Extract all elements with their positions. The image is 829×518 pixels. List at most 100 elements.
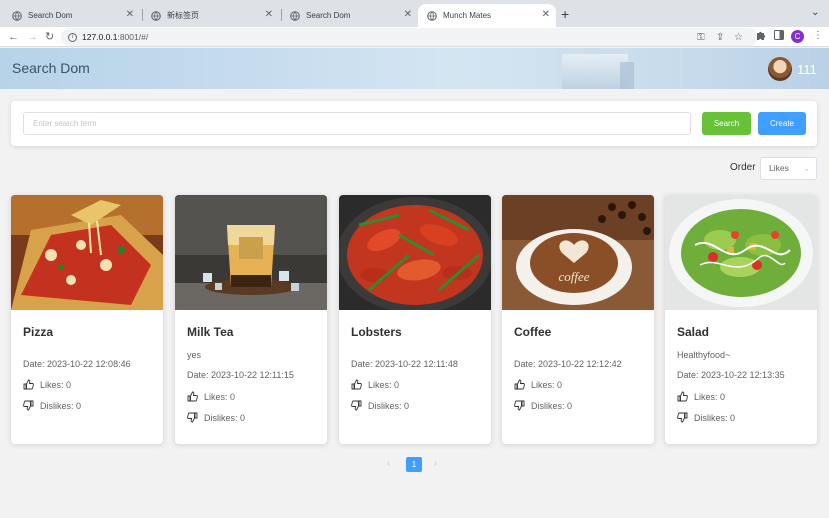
- dislikes-count: Dislikes: 0: [531, 400, 573, 411]
- globe-icon: [427, 10, 437, 21]
- create-button[interactable]: Create: [758, 112, 806, 135]
- close-icon[interactable]: ✕: [126, 9, 134, 21]
- food-card[interactable]: Salad Healthyfood~ Date: 2023-10-22 12:1…: [665, 195, 817, 444]
- dislikes-count: Dislikes: 0: [204, 412, 246, 423]
- dislike-button[interactable]: Dislikes: 0: [187, 412, 245, 423]
- avatar[interactable]: [768, 57, 792, 81]
- card-date: Date: 2023-10-22 12:08:46: [23, 359, 131, 369]
- food-card[interactable]: Milk Tea yes Date: 2023-10-22 12:11:15 L…: [175, 195, 327, 444]
- card-description: Healthyfood~: [677, 350, 731, 360]
- svg-text:coffee: coffee: [558, 269, 589, 284]
- food-card[interactable]: coffee Coffee Date: 2023-10-22 12:12:42 …: [502, 195, 654, 444]
- dislike-button[interactable]: Dislikes: 0: [351, 400, 409, 411]
- side-panel-icon[interactable]: [774, 30, 784, 44]
- lobsters-image: [339, 195, 491, 310]
- dislikes-count: Dislikes: 0: [40, 400, 82, 411]
- card-title[interactable]: Lobsters: [351, 325, 402, 339]
- thumbs-down-icon: [23, 400, 34, 411]
- thumbs-down-icon: [187, 412, 198, 423]
- browser-tab-2[interactable]: 新标签页 ✕: [142, 4, 279, 27]
- search-input[interactable]: [23, 112, 691, 135]
- likes-count: Likes: 0: [368, 379, 400, 390]
- next-page-button[interactable]: ›: [434, 458, 437, 468]
- app-header: Search Dom 111: [0, 48, 829, 89]
- url-host: 127.0.0.1: [82, 32, 118, 42]
- food-card[interactable]: Pizza Date: 2023-10-22 12:08:46 Likes: 0…: [11, 195, 163, 444]
- dislike-button[interactable]: Dislikes: 0: [514, 400, 572, 411]
- page-number-button[interactable]: 1: [406, 457, 422, 472]
- card-title[interactable]: Milk Tea: [187, 325, 233, 339]
- bookmark-star-icon[interactable]: ☆: [734, 32, 743, 44]
- tab-search-button[interactable]: ⌄: [811, 7, 819, 18]
- dislikes-count: Dislikes: 0: [694, 412, 736, 423]
- card-date: Date: 2023-10-22 12:13:35: [677, 370, 785, 380]
- close-icon[interactable]: ✕: [265, 9, 273, 21]
- address-bar[interactable]: i 127.0.0.1:8001/#/ ⚿ ⇪ ☆: [61, 28, 758, 46]
- close-icon[interactable]: ✕: [404, 9, 412, 21]
- like-button[interactable]: Likes: 0: [677, 391, 725, 402]
- order-label: Order: [730, 162, 756, 173]
- likes-count: Likes: 0: [694, 391, 726, 402]
- thumbs-down-icon: [351, 400, 362, 411]
- like-button[interactable]: Likes: 0: [351, 379, 399, 390]
- order-select[interactable]: Likes ⌄: [760, 157, 817, 180]
- page-title: Search Dom: [12, 60, 90, 76]
- dislike-button[interactable]: Dislikes: 0: [23, 400, 81, 411]
- tab-title: Search Dom: [306, 11, 351, 20]
- tab-title: 新标签页: [167, 11, 199, 20]
- search-button[interactable]: Search: [702, 112, 751, 135]
- likes-count: Likes: 0: [40, 379, 72, 390]
- prev-page-button[interactable]: ‹: [387, 458, 390, 468]
- thumbs-up-icon: [351, 379, 362, 390]
- thumbs-down-icon: [514, 400, 525, 411]
- food-card[interactable]: Lobsters Date: 2023-10-22 12:11:48 Likes…: [339, 195, 491, 444]
- reload-icon[interactable]: ↻: [45, 29, 54, 45]
- new-tab-button[interactable]: +: [561, 6, 569, 22]
- card-date: Date: 2023-10-22 12:12:42: [514, 359, 622, 369]
- thumbs-up-icon: [677, 391, 688, 402]
- card-title[interactable]: Coffee: [514, 325, 551, 339]
- back-arrow-icon[interactable]: ←: [8, 29, 19, 45]
- card-title[interactable]: Salad: [677, 325, 709, 339]
- header-background-image: [562, 54, 628, 89]
- thumbs-up-icon: [514, 379, 525, 390]
- coffee-image: coffee: [502, 195, 654, 310]
- globe-icon: [290, 10, 300, 21]
- forward-arrow-icon[interactable]: →: [27, 29, 38, 45]
- card-title[interactable]: Pizza: [23, 325, 53, 339]
- like-button[interactable]: Likes: 0: [514, 379, 562, 390]
- like-button[interactable]: Likes: 0: [23, 379, 71, 390]
- salad-image: [665, 195, 817, 310]
- header-background-image: [620, 62, 634, 89]
- browser-tab-1[interactable]: Search Dom ✕: [3, 4, 140, 27]
- globe-icon: [151, 10, 161, 21]
- milk-tea-image: [175, 195, 327, 310]
- globe-icon: [12, 10, 22, 21]
- browser-tab-3[interactable]: Search Dom ✕: [281, 4, 418, 27]
- more-vertical-icon[interactable]: ⋮: [813, 30, 823, 42]
- thumbs-up-icon: [23, 379, 34, 390]
- dislikes-count: Dislikes: 0: [368, 400, 410, 411]
- chevron-down-icon: ⌄: [803, 164, 810, 173]
- thumbs-up-icon: [187, 391, 198, 402]
- likes-count: Likes: 0: [531, 379, 563, 390]
- browser-tab-active[interactable]: Munch Mates ✕: [418, 4, 556, 27]
- tab-title: Munch Mates: [443, 11, 492, 20]
- key-icon[interactable]: ⚿: [697, 32, 705, 44]
- username[interactable]: 111: [797, 62, 817, 77]
- close-icon[interactable]: ✕: [542, 9, 550, 21]
- dislike-button[interactable]: Dislikes: 0: [677, 412, 735, 423]
- browser-toolbar: ← → ↻ i 127.0.0.1:8001/#/ ⚿ ⇪ ☆: [0, 27, 829, 47]
- search-panel: Search Create: [11, 101, 817, 146]
- card-date: Date: 2023-10-22 12:11:48: [351, 359, 458, 369]
- info-icon[interactable]: i: [68, 32, 77, 42]
- like-button[interactable]: Likes: 0: [187, 391, 235, 402]
- share-icon[interactable]: ⇪: [716, 32, 724, 44]
- thumbs-down-icon: [677, 412, 688, 423]
- profile-avatar[interactable]: C: [791, 30, 804, 43]
- pagination: ‹ 1 ›: [0, 457, 829, 472]
- card-date: Date: 2023-10-22 12:11:15: [187, 370, 294, 380]
- tab-title: Search Dom: [28, 11, 73, 20]
- order-selected-value: Likes: [769, 163, 789, 173]
- extensions-puzzle-icon[interactable]: [756, 30, 766, 44]
